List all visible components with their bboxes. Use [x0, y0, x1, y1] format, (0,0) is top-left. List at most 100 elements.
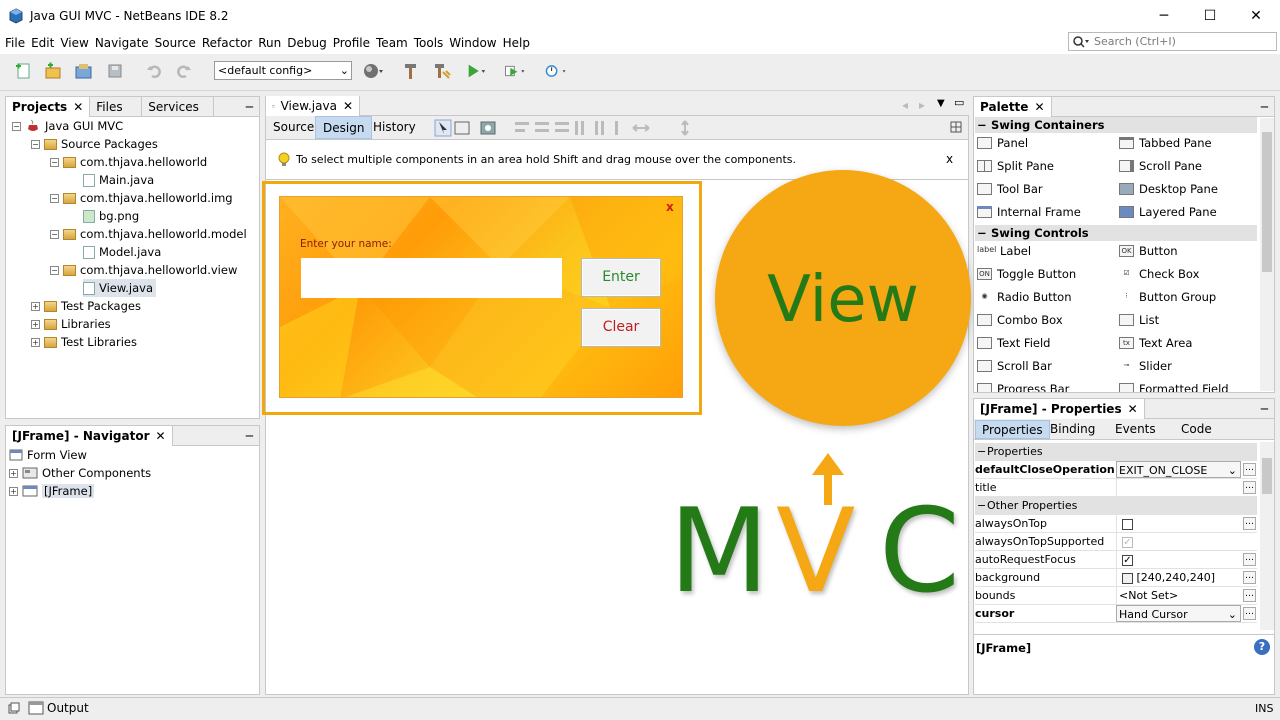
output-icon[interactable]: [28, 701, 44, 715]
palette-item-slider[interactable]: ⊸ Slider: [1119, 359, 1172, 373]
clear-button[interactable]: Clear: [581, 308, 661, 347]
prop-row-background[interactable]: background [240,240,240]…: [975, 569, 1257, 587]
open-project-button[interactable]: [73, 60, 95, 82]
tree-item-other-components[interactable]: + Other Components: [9, 464, 151, 482]
tree-item-package[interactable]: − com.thjava.helloworld.img: [50, 189, 233, 207]
expand-icon[interactable]: +: [31, 301, 40, 311]
palette-item-check-box[interactable]: ☑ Check Box: [1119, 267, 1199, 281]
menu-debug[interactable]: Debug: [284, 36, 329, 50]
enter-button[interactable]: Enter: [581, 258, 661, 297]
menu-file[interactable]: File: [2, 36, 28, 50]
tree-item-project[interactable]: − Java GUI MVC: [12, 117, 123, 135]
name-input[interactable]: [301, 258, 562, 298]
ellipsis-button[interactable]: …: [1243, 517, 1256, 530]
close-icon[interactable]: ✕: [1034, 97, 1044, 117]
scroll-left-icon[interactable]: ◂: [902, 98, 908, 112]
design-tools-icons[interactable]: [433, 118, 653, 138]
mode-history[interactable]: History: [369, 116, 420, 139]
expand-icon[interactable]: +: [31, 319, 40, 329]
tab-code[interactable]: Code: [1181, 420, 1212, 438]
palette-item-scroll-pane[interactable]: Scroll Pane: [1119, 159, 1202, 173]
properties-section-other[interactable]: − Other Properties: [975, 497, 1257, 515]
palette-item-text-area[interactable]: tx Text Area: [1119, 336, 1192, 350]
palette-section-swing-containers[interactable]: − Swing Containers: [975, 117, 1257, 133]
close-icon[interactable]: ✕: [343, 96, 353, 116]
palette-item-split-pane[interactable]: Split Pane: [977, 159, 1054, 173]
prop-value-combo[interactable]: EXIT_ON_CLOSE ⌄: [1116, 461, 1241, 478]
close-icon[interactable]: ✕: [1128, 399, 1138, 419]
prop-value[interactable]: [1116, 479, 1257, 496]
run-target-button[interactable]: [362, 60, 384, 82]
properties-scrollbar[interactable]: [1260, 442, 1274, 630]
maximize-button[interactable]: ☐: [1187, 0, 1233, 32]
tree-item-libraries[interactable]: + Libraries: [31, 315, 111, 333]
menu-team[interactable]: Team: [373, 36, 411, 50]
tree-item-test-libraries[interactable]: + Test Libraries: [31, 333, 137, 351]
palette-item-list[interactable]: List: [1119, 313, 1159, 327]
palette-item-tabbed-pane[interactable]: Tabbed Pane: [1119, 136, 1212, 150]
scrollbar-thumb[interactable]: [1262, 132, 1272, 272]
ellipsis-button[interactable]: …: [1243, 607, 1256, 620]
palette-item-progress-bar[interactable]: Progress Bar: [977, 382, 1069, 392]
checkbox-unchecked[interactable]: [1122, 518, 1133, 530]
redo-button[interactable]: [173, 60, 195, 82]
output-label[interactable]: Output: [47, 701, 89, 715]
palette-item-layered-pane[interactable]: Layered Pane: [1119, 205, 1217, 219]
prop-row-always-on-top[interactable]: alwaysOnTop…: [975, 515, 1257, 533]
tree-item-package[interactable]: − com.thjava.helloworld.view: [50, 261, 237, 279]
maximize-window-icon[interactable]: ▭: [954, 96, 964, 109]
palette-item-toggle-button[interactable]: ON Toggle Button: [977, 267, 1076, 281]
palette-item-formatted-field[interactable]: Formatted Field: [1119, 382, 1229, 392]
scroll-right-icon[interactable]: ▸: [919, 98, 925, 112]
collapse-icon[interactable]: −: [50, 193, 59, 203]
collapse-icon[interactable]: −: [12, 121, 21, 131]
prop-row-cursor[interactable]: cursor Hand Cursor ⌄…: [975, 605, 1257, 623]
help-icon[interactable]: ?: [1254, 639, 1270, 655]
expand-icon[interactable]: +: [31, 337, 40, 347]
palette-scrollbar[interactable]: [1260, 118, 1274, 391]
prop-value-combo[interactable]: Hand Cursor ⌄: [1116, 605, 1241, 622]
collapse-icon[interactable]: −: [50, 157, 59, 167]
expand-icon[interactable]: +: [9, 486, 18, 496]
tree-item-file[interactable]: bg.png: [83, 207, 139, 225]
prop-value[interactable]: [240,240,240]: [1116, 569, 1257, 586]
scrollbar-thumb[interactable]: [1262, 458, 1272, 494]
menu-run[interactable]: Run: [255, 36, 284, 50]
minimize-panel-icon[interactable]: ─: [1261, 100, 1268, 114]
tab-properties-window[interactable]: [JFrame] - Properties ✕: [974, 398, 1145, 419]
palette-item-button[interactable]: OK Button: [1119, 244, 1178, 258]
tab-properties[interactable]: Properties: [975, 420, 1050, 439]
hint-close-button[interactable]: x: [946, 152, 953, 166]
prop-row-always-on-top-supported[interactable]: alwaysOnTopSupported ✓: [975, 533, 1257, 551]
tree-item-file[interactable]: Model.java: [83, 243, 161, 261]
debug-project-button[interactable]: [504, 60, 526, 82]
tree-item-file-selected[interactable]: View.java: [83, 279, 156, 297]
menu-source[interactable]: Source: [152, 36, 199, 50]
properties-section-properties[interactable]: − Properties: [975, 443, 1257, 461]
minimize-panel-icon[interactable]: ─: [246, 429, 253, 443]
menu-profile[interactable]: Profile: [330, 36, 373, 50]
palette-item-panel[interactable]: Panel: [977, 136, 1028, 150]
search-input[interactable]: Search (Ctrl+I): [1068, 32, 1277, 51]
config-dropdown[interactable]: <default config> ⌄: [214, 61, 352, 80]
tab-palette[interactable]: Palette ✕: [974, 96, 1052, 117]
checkbox-checked[interactable]: ✓: [1122, 554, 1133, 566]
tree-item-package[interactable]: − com.thjava.helloworld.model: [50, 225, 247, 243]
mode-source[interactable]: Source: [269, 116, 318, 139]
palette-item-scroll-bar[interactable]: Scroll Bar: [977, 359, 1052, 373]
new-project-button[interactable]: [42, 60, 64, 82]
notifications-icon[interactable]: [8, 702, 20, 714]
jframe-form[interactable]: x Enter your name: Enter Clear: [279, 196, 683, 398]
menu-view[interactable]: View: [57, 36, 91, 50]
tree-item-test-packages[interactable]: + Test Packages: [31, 297, 141, 315]
collapse-icon[interactable]: −: [31, 139, 40, 149]
palette-section-swing-controls[interactable]: − Swing Controls: [975, 225, 1257, 241]
collapse-icon[interactable]: −: [50, 265, 59, 275]
ellipsis-button[interactable]: …: [1243, 589, 1256, 602]
close-button[interactable]: ✕: [1233, 0, 1279, 32]
tree-item-file[interactable]: Main.java: [83, 171, 154, 189]
menu-help[interactable]: Help: [500, 36, 533, 50]
tree-item-form-view[interactable]: Form View: [9, 446, 87, 464]
tab-events[interactable]: Events: [1115, 420, 1156, 438]
palette-item-internal-frame[interactable]: Internal Frame: [977, 205, 1081, 219]
